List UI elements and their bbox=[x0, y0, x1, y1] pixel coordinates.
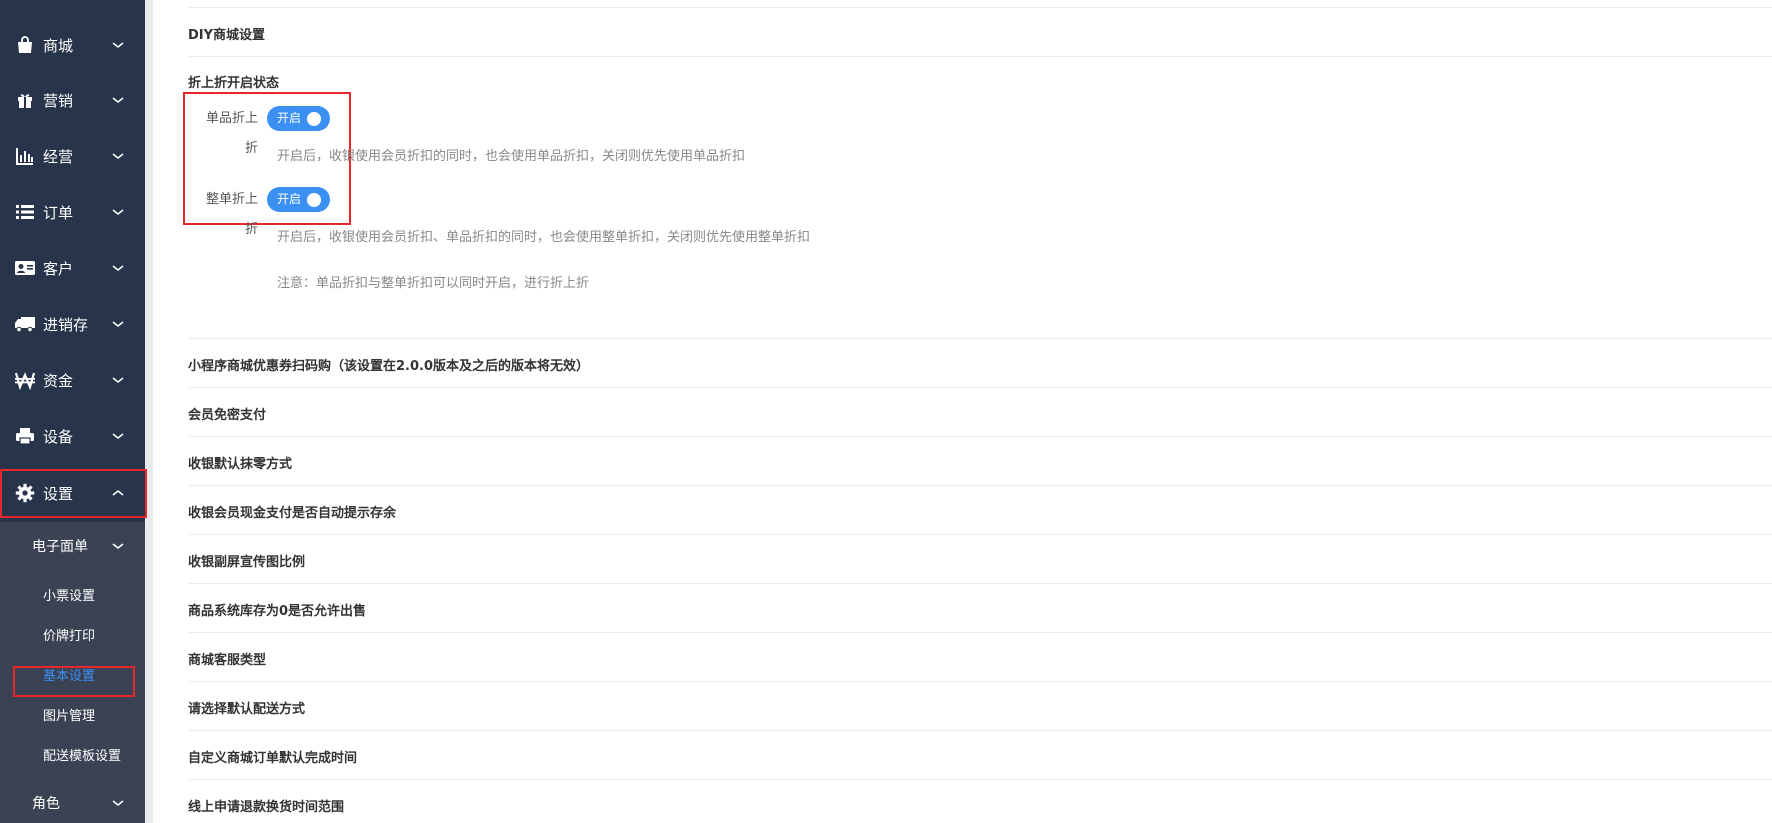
section-customer-service-type[interactable]: 商城客服类型 bbox=[188, 649, 266, 668]
sidebar-item-label: 资金 bbox=[43, 371, 74, 390]
id-card-icon bbox=[14, 257, 36, 279]
toggle-label: 开启 bbox=[277, 111, 302, 125]
chevron-down-icon bbox=[112, 800, 124, 806]
divider bbox=[188, 485, 1772, 486]
sidebar-item-electronic-form[interactable]: 电子面单 bbox=[0, 526, 145, 566]
sidebar-item-funds[interactable]: 资金 bbox=[0, 360, 145, 400]
chevron-down-icon bbox=[112, 97, 124, 103]
divider bbox=[188, 387, 1772, 388]
submenu-item-label: 配送模板设置 bbox=[43, 748, 122, 764]
sidebar-item-settings[interactable]: 设置 bbox=[0, 473, 145, 513]
single-discount-toggle[interactable]: 开启 bbox=[267, 106, 330, 131]
submenu-item-label: 图片管理 bbox=[43, 708, 96, 724]
submenu-item-label: 基本设置 bbox=[43, 668, 96, 684]
list-icon bbox=[14, 201, 36, 223]
divider bbox=[188, 7, 1772, 8]
sidebar-scroll-strip bbox=[145, 0, 153, 823]
sidebar-item-label: 商城 bbox=[43, 36, 74, 55]
whole-discount-toggle[interactable]: 开启 bbox=[267, 187, 330, 212]
gear-icon bbox=[14, 482, 36, 504]
divider bbox=[188, 730, 1772, 731]
toggle-knob bbox=[307, 112, 321, 126]
divider bbox=[188, 681, 1772, 682]
section-diy-mall[interactable]: DIY商城设置 bbox=[188, 24, 265, 43]
sidebar-item-label: 电子面单 bbox=[32, 539, 88, 555]
divider bbox=[188, 56, 1772, 57]
chevron-up-icon bbox=[112, 490, 124, 496]
divider bbox=[188, 632, 1772, 633]
divider bbox=[188, 534, 1772, 535]
section-order-completion-time[interactable]: 自定义商城订单默认完成时间 bbox=[188, 747, 357, 766]
single-discount-label: 单品折上 折 bbox=[205, 111, 258, 156]
toggle-label: 开启 bbox=[277, 192, 302, 206]
section-refund-time-range[interactable]: 线上申请退款换货时间范围 bbox=[188, 796, 344, 815]
sidebar-item-label: 设备 bbox=[43, 427, 74, 446]
sidebar-item-role[interactable]: 角色 bbox=[0, 783, 145, 823]
submenu-item-delivery-template[interactable]: 配送模板设置 bbox=[0, 737, 145, 771]
divider bbox=[188, 583, 1772, 584]
sidebar-item-label: 角色 bbox=[32, 796, 60, 812]
shopping-bag-icon bbox=[14, 34, 36, 56]
submenu-item-image-management[interactable]: 图片管理 bbox=[0, 697, 145, 731]
whole-discount-label: 整单折上 折 bbox=[205, 192, 258, 237]
chevron-down-icon bbox=[112, 265, 124, 271]
submenu-item-basic-settings[interactable]: 基本设置 bbox=[0, 657, 145, 691]
submenu-item-label: 小票设置 bbox=[43, 588, 96, 604]
sidebar: 商城 营销 经营 订单 客户 进销存 资金 设备 设置 电子面单 小票设置 价牌… bbox=[0, 0, 145, 823]
sidebar-item-label: 进销存 bbox=[43, 315, 89, 334]
submenu-item-receipt-settings[interactable]: 小票设置 bbox=[0, 577, 145, 611]
section-discount-stacking[interactable]: 折上折开启状态 bbox=[188, 72, 279, 91]
chevron-down-icon bbox=[112, 153, 124, 159]
chevron-down-icon bbox=[112, 433, 124, 439]
sidebar-item-label: 订单 bbox=[43, 203, 74, 222]
sidebar-item-label: 经营 bbox=[43, 147, 74, 166]
chevron-down-icon bbox=[112, 321, 124, 327]
section-cash-balance-prompt[interactable]: 收银会员现金支付是否自动提示存余 bbox=[188, 502, 396, 521]
chevron-down-icon bbox=[112, 543, 124, 549]
submenu-item-label: 价牌打印 bbox=[43, 628, 96, 644]
single-discount-hint: 开启后，收银使用会员折扣的同时，也会使用单品折扣，关闭则优先使用单品折扣 bbox=[277, 149, 746, 164]
sidebar-item-operations[interactable]: 经营 bbox=[0, 136, 145, 176]
divider bbox=[188, 436, 1772, 437]
sidebar-item-label: 设置 bbox=[43, 484, 74, 503]
submenu-item-price-tag-print[interactable]: 价牌打印 bbox=[0, 617, 145, 651]
section-coupon-scan[interactable]: 小程序商城优惠券扫码购（该设置在2.0.0版本及之后的版本将无效） bbox=[188, 355, 589, 374]
bar-chart-icon bbox=[14, 145, 36, 167]
chevron-down-icon bbox=[112, 42, 124, 48]
sidebar-item-label: 客户 bbox=[43, 259, 74, 278]
sidebar-item-customers[interactable]: 客户 bbox=[0, 248, 145, 288]
section-secondary-screen-ratio[interactable]: 收银副屏宣传图比例 bbox=[188, 551, 305, 570]
divider bbox=[188, 338, 1772, 339]
section-rounding-mode[interactable]: 收银默认抹零方式 bbox=[188, 453, 292, 472]
sidebar-item-orders[interactable]: 订单 bbox=[0, 192, 145, 232]
sidebar-item-mall[interactable]: 商城 bbox=[0, 25, 145, 65]
section-member-password-free[interactable]: 会员免密支付 bbox=[188, 404, 266, 423]
sidebar-item-devices[interactable]: 设备 bbox=[0, 416, 145, 456]
sidebar-item-label: 营销 bbox=[43, 91, 74, 110]
gift-icon bbox=[14, 89, 36, 111]
divider bbox=[188, 779, 1772, 780]
main-content: DIY商城设置 折上折开启状态 单品折上 折 开启 开启后，收银使用会员折扣的同… bbox=[153, 0, 1772, 823]
sidebar-item-marketing[interactable]: 营销 bbox=[0, 80, 145, 120]
toggle-knob bbox=[307, 193, 321, 207]
sidebar-item-inventory[interactable]: 进销存 bbox=[0, 304, 145, 344]
section-zero-stock-sale[interactable]: 商品系统库存为0是否允许出售 bbox=[188, 600, 366, 619]
won-icon bbox=[14, 369, 36, 391]
chevron-down-icon bbox=[112, 377, 124, 383]
printer-icon bbox=[14, 425, 36, 447]
chevron-down-icon bbox=[112, 209, 124, 215]
discount-note: 注意：单品折扣与整单折扣可以同时开启，进行折上折 bbox=[277, 276, 590, 291]
section-default-delivery[interactable]: 请选择默认配送方式 bbox=[188, 698, 305, 717]
truck-icon bbox=[14, 313, 36, 335]
whole-discount-hint: 开启后，收银使用会员折扣、单品折扣的同时，也会使用整单折扣，关闭则优先使用整单折… bbox=[277, 230, 811, 245]
